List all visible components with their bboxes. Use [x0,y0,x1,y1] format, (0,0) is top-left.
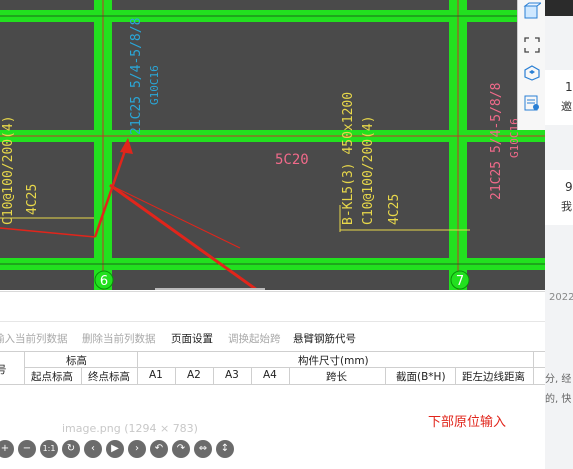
col-section: 截面(B*H) [396,371,446,383]
col-span-length: 跨长 [326,371,347,383]
beam-label-3: 4C25 [387,194,402,225]
delete-column-button[interactable]: 删除当前列数据 [82,331,156,346]
view-toolbar [517,0,546,130]
center-rebar-label: 5C20 [275,152,309,168]
beam-label-2: C10@100/200(4) [361,115,376,225]
annotation-arrow-down [109,183,260,290]
beam-label-1: B-KL5(3) 450x1200 [341,92,356,225]
beam-rebar-text-right: 21C25 5/4-5/8/8 [489,83,504,200]
col-a4: A4 [263,369,277,381]
right-side-panel: 1 邀 9 我 2022 分, 经 的, 快 [545,0,573,469]
list-settings-icon[interactable] [521,92,543,114]
col-left-distance: 距左边线距离 [462,371,525,383]
cantilever-rebar-code-button[interactable]: 悬臂钢筋代号 [293,331,356,346]
right-card-2[interactable]: 9 我 [545,170,573,225]
beam-rebar-text-2: G10C16 [148,65,161,105]
col-a2: A2 [187,369,201,381]
swap-start-span-button[interactable]: 调换起始跨 [228,331,281,346]
col-a1: A1 [149,369,163,381]
col-number: 号 [0,364,7,376]
left-label-2: 4C25 [25,184,40,215]
page-setup-button[interactable]: 页面设置 [171,331,213,346]
rotate-right-icon[interactable]: ↷ [172,440,190,458]
flip-vertical-icon[interactable]: ↕ [216,440,234,458]
actual-size-icon[interactable]: 1:1 [40,440,58,458]
previous-icon[interactable]: ‹ [84,440,102,458]
flip-horizontal-icon[interactable]: ⇔ [194,440,212,458]
top-strip [545,0,573,16]
next-icon[interactable]: › [128,440,146,458]
col-start-elevation: 起点标高 [31,371,73,383]
right-date: 2022 [549,292,573,303]
play-icon[interactable]: ▶ [106,440,124,458]
beam-rebar-text: 21C25 5/4-5/8/8 [129,18,144,135]
col-a3: A3 [225,369,239,381]
left-label-1: C10@100/200(4) [1,115,16,225]
fullscreen-icon[interactable] [521,34,543,56]
viewer-filename: image.png (1294 × 783) [62,422,198,435]
3d-box-icon[interactable] [521,62,543,84]
right-card-1[interactable]: 1 邀 [545,70,573,125]
cube-view-icon[interactable] [521,0,543,22]
cad-canvas[interactable]: 6 7 21C25 5/4-5/8/8 G10C16 21C25 5/4-5/8… [0,0,545,290]
rebar-input-panel: 输入当前列数据 删除当前列数据 页面设置 调换起始跨 悬臂钢筋代号 号 标高 起… [0,291,545,469]
panel-toolbar: 输入当前列数据 删除当前列数据 页面设置 调换起始跨 悬臂钢筋代号 [0,327,545,349]
refresh-icon[interactable]: ↻ [62,440,80,458]
zoom-out-icon[interactable]: − [18,440,36,458]
group-component-size: 构件尺寸(mm) [298,355,369,367]
grid-label-6: 6 [100,274,108,289]
col-end-elevation: 终点标高 [88,371,130,383]
rotate-left-icon[interactable]: ↶ [150,440,168,458]
grid-label-7: 7 [456,274,464,289]
group-elevation: 标高 [66,355,87,367]
input-column-button[interactable]: 输入当前列数据 [0,331,68,346]
annotation-label: 下部原位输入 [428,415,507,430]
right-snippet-1: 分, 经 [545,374,572,385]
right-snippet-2: 的, 快 [545,394,572,405]
